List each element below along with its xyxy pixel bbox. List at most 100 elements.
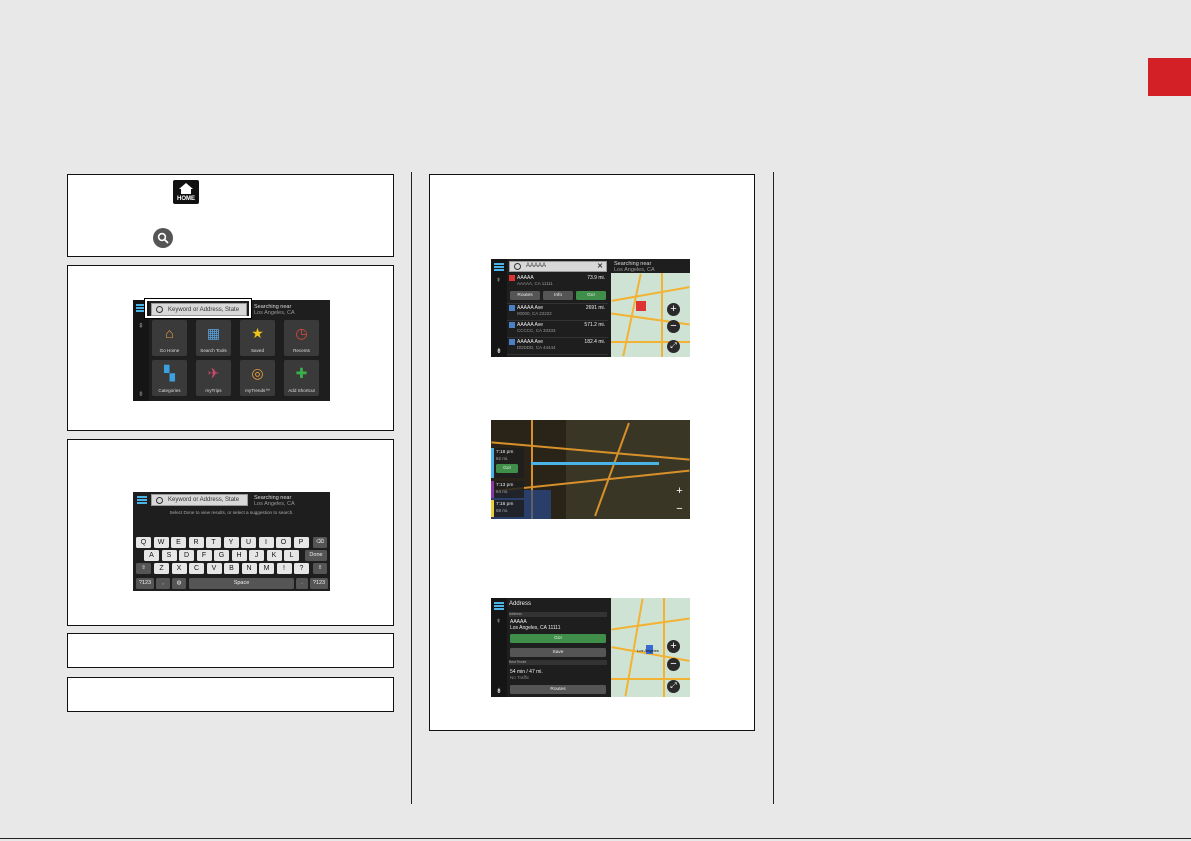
scroll-down-icon[interactable]: ⇟	[496, 687, 502, 695]
tile-categories[interactable]: ▚ Categories	[152, 360, 187, 396]
categories-icon: ▚	[164, 365, 175, 381]
address-map[interactable]: Los Angeles + − ⤢	[611, 598, 690, 697]
key[interactable]: I	[258, 537, 274, 548]
zoom-in-icon[interactable]: +	[673, 485, 686, 498]
key[interactable]: W	[153, 537, 169, 548]
shift-key[interactable]: ⇧	[313, 563, 327, 574]
route-option[interactable]: 7:18 pm 62 mi. Go!	[491, 448, 524, 478]
tile-search-tools[interactable]: ▦ Search Tools	[196, 320, 231, 356]
results-map[interactable]: + − ⤢	[611, 273, 690, 357]
zoom-out-icon[interactable]: −	[673, 503, 686, 516]
key[interactable]: P	[293, 537, 309, 548]
key[interactable]: G	[214, 550, 229, 561]
tile-plus[interactable]: ✚ Add Shortcut	[284, 360, 319, 396]
key[interactable]: L	[284, 550, 299, 561]
result-pin-icon	[509, 339, 515, 345]
fullscreen-icon[interactable]: ⤢	[667, 340, 680, 353]
side-scroll[interactable]: ⇞ ⇟	[491, 598, 507, 697]
search-tools-icon: ▦	[206, 325, 221, 341]
symbols-key[interactable]: ?123	[136, 578, 154, 589]
info-button[interactable]: Info	[543, 291, 573, 300]
result-distance: 73.9 mi.	[587, 275, 605, 281]
map-pin-icon[interactable]	[636, 301, 646, 311]
shift-key[interactable]: ⇧	[136, 563, 151, 574]
key[interactable]: D	[179, 550, 194, 561]
globe-key[interactable]: ◍	[172, 578, 186, 589]
trips-icon: ✈	[207, 365, 220, 381]
key[interactable]: !	[276, 563, 292, 574]
done-key[interactable]: Done	[305, 550, 327, 561]
tile-clock[interactable]: ◷ Recents	[284, 320, 319, 356]
route-option[interactable]: 7:16 pm 68 mi.	[491, 500, 524, 517]
step-box-5	[67, 677, 394, 712]
step-box-4	[67, 633, 394, 668]
result-row[interactable]: AAAAA AAAAA, CA 11111 73.9 mi. Routes Info Go…	[507, 273, 608, 304]
result-distance: 571.2 mi.	[584, 322, 605, 328]
search-icon[interactable]	[153, 228, 173, 248]
routes-button[interactable]: Routes	[510, 685, 606, 694]
tile-trips[interactable]: ✈ myTrips	[196, 360, 231, 396]
scroll-up-icon[interactable]: ⇞	[138, 322, 144, 330]
key[interactable]: E	[171, 537, 186, 548]
comma-key[interactable]: ,	[156, 578, 170, 589]
key[interactable]: Q	[136, 537, 151, 548]
route-option[interactable]: 7:13 pm 64 mi.	[491, 481, 524, 498]
key[interactable]: T	[206, 537, 221, 548]
side-scroll[interactable]: ⇞ ⇟	[491, 259, 507, 357]
key[interactable]: B	[224, 563, 239, 574]
home-button-icon[interactable]: HOME	[173, 180, 199, 204]
period-key[interactable]: .	[296, 578, 308, 589]
key[interactable]: M	[259, 563, 274, 574]
scroll-down-icon[interactable]: ⇟	[138, 390, 144, 398]
tile-star[interactable]: ★ Saved	[240, 320, 275, 356]
clear-icon[interactable]: ✕	[597, 262, 603, 271]
space-key[interactable]: Space	[189, 578, 294, 589]
go-button[interactable]: Go!	[496, 464, 518, 473]
key[interactable]: K	[266, 550, 282, 561]
zoom-in-icon[interactable]: +	[667, 303, 680, 316]
result-row[interactable]: AAAAA Ave DDDDD, CA 44444 182.4 mi.	[507, 337, 608, 355]
searching-near-location: Los Angeles, CA	[254, 501, 295, 507]
zoom-in-icon[interactable]: +	[667, 640, 680, 653]
result-address: AAAAA, CA 11111	[517, 281, 553, 286]
zoom-out-icon[interactable]: −	[667, 658, 680, 671]
key[interactable]: N	[241, 563, 257, 574]
save-button[interactable]: Save	[510, 648, 606, 657]
key[interactable]: C	[189, 563, 204, 574]
key[interactable]: ?	[294, 563, 309, 574]
key[interactable]: R	[188, 537, 204, 548]
search-input[interactable]: AAAAA ✕	[509, 261, 607, 272]
scroll-up-icon[interactable]: ⇞	[496, 277, 501, 284]
key[interactable]: X	[171, 563, 187, 574]
scroll-down-icon[interactable]: ⇟	[496, 347, 502, 355]
go-button[interactable]: Go!	[510, 634, 606, 643]
search-icon	[514, 263, 521, 270]
key[interactable]: H	[231, 550, 247, 561]
key[interactable]: O	[276, 537, 291, 548]
route-distance: 68 mi.	[496, 508, 509, 513]
key[interactable]: Y	[223, 537, 239, 548]
tile-trends[interactable]: ◎ myTrends™	[240, 360, 275, 396]
route-time: 7:18 pm	[496, 450, 514, 455]
address-title: Address	[509, 601, 532, 607]
key[interactable]: Z	[154, 563, 169, 574]
symbols-key[interactable]: ?123	[310, 578, 328, 589]
fullscreen-icon[interactable]: ⤢	[667, 680, 680, 693]
route-line[interactable]	[531, 462, 659, 465]
key[interactable]: S	[161, 550, 177, 561]
result-row[interactable]: AAAAA Ave CCCCC, CA 33333 571.2 mi.	[507, 320, 608, 338]
key[interactable]: F	[196, 550, 212, 561]
backspace-key[interactable]: ⌫	[313, 537, 327, 548]
tile-label: Categories	[158, 388, 181, 393]
go-button[interactable]: Go!	[576, 291, 606, 300]
search-input[interactable]: Keyword or Address, State	[151, 494, 248, 506]
zoom-out-icon[interactable]: −	[667, 320, 680, 333]
key[interactable]: U	[241, 537, 256, 548]
key[interactable]: J	[249, 550, 264, 561]
key[interactable]: A	[144, 550, 159, 561]
tile-home[interactable]: ⌂ Go Home	[152, 320, 187, 356]
routes-button[interactable]: Routes	[510, 291, 540, 300]
result-row[interactable]: AAAAA Ave 00000, CA 22222 2691 mi.	[507, 303, 608, 321]
scroll-up-icon[interactable]: ⇞	[496, 618, 501, 625]
key[interactable]: V	[206, 563, 222, 574]
